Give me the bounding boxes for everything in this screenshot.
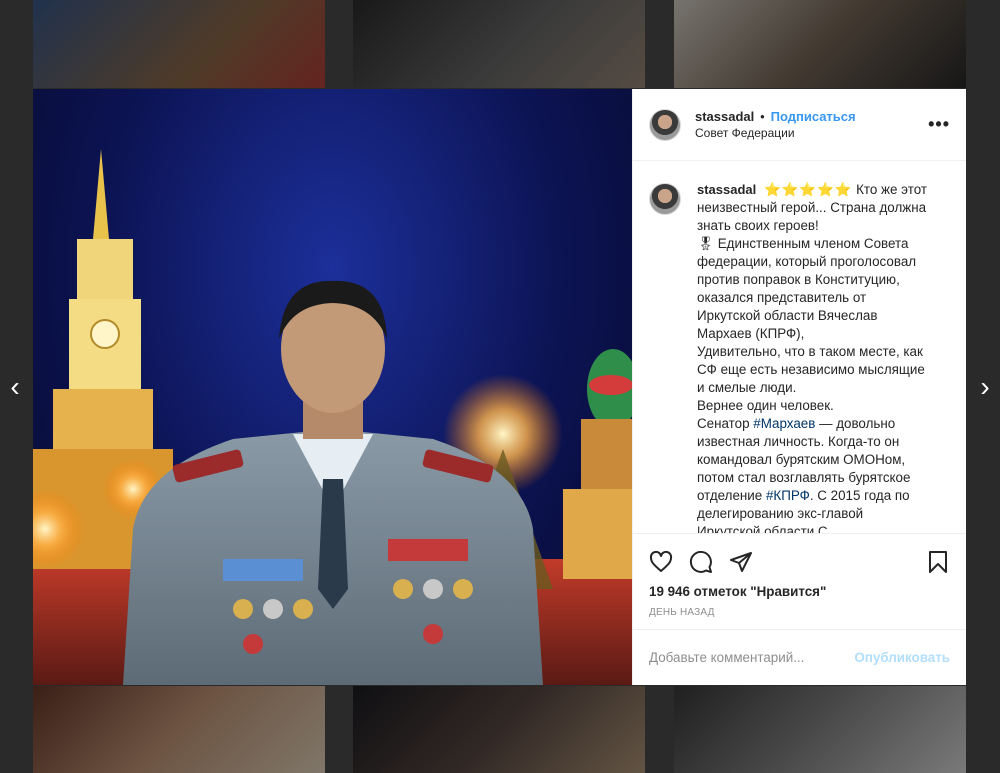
post-photo-illustration xyxy=(33,149,632,685)
caption-line: потом стал возглавлять бурятское xyxy=(697,470,911,485)
caption-line: Иркутской области Вячеслав xyxy=(697,308,878,323)
caption-line: Мархаев (КПРФ), xyxy=(697,326,805,341)
caption-line: федерации, который проголосовал xyxy=(697,254,917,269)
caption-line: знать своих героев! xyxy=(697,218,819,233)
caption-fragment: Сенатор xyxy=(697,416,750,431)
separator-dot: • xyxy=(760,109,765,124)
caption-line: командовал бурятским ОМОНом, xyxy=(697,452,906,467)
caption-line: Вернее один человек. xyxy=(697,398,834,413)
caption-line-hashtag: Сенатор #Мархаев — довольно xyxy=(697,415,949,433)
previous-post-arrow[interactable]: ‹ xyxy=(4,372,26,402)
caption-line: 🎖 Единственным членом Совета xyxy=(697,236,909,251)
caption-fragment: отделение xyxy=(697,488,763,503)
caption-line: известная личность. Когда-то он xyxy=(697,434,900,449)
likes-count[interactable]: 19 946 отметок "Нравится" xyxy=(649,584,950,599)
heart-icon[interactable] xyxy=(649,550,673,574)
hashtag-link[interactable]: #КПРФ xyxy=(766,488,810,503)
stars-emoji: ⭐⭐⭐⭐⭐ xyxy=(764,182,853,197)
caption-text: stassadal ⭐⭐⭐⭐⭐ Кто же этот неизвестный … xyxy=(697,181,949,533)
caption-line: СФ еще есть независимо мыслящие xyxy=(697,362,925,377)
post-modal: stassadal • Подписаться Совет Федерации … xyxy=(33,89,966,685)
caption-line: Иркутской области С... xyxy=(697,524,839,533)
next-post-arrow[interactable]: › xyxy=(974,372,996,402)
caption-line: оказался представитель от xyxy=(697,290,867,305)
author-username[interactable]: stassadal xyxy=(695,109,754,124)
bookmark-icon[interactable] xyxy=(926,550,950,574)
caption-line: неизвестный герой... Страна должна xyxy=(697,200,927,215)
action-icons xyxy=(649,542,950,582)
caption-line: против поправок в Конституцию, xyxy=(697,272,900,287)
author-avatar[interactable] xyxy=(649,108,681,141)
caption-fragment: — довольно xyxy=(819,416,896,431)
caption-fragment: . С 2015 года по xyxy=(809,488,910,503)
author-info: stassadal • Подписаться Совет Федерации xyxy=(695,108,928,141)
publish-button[interactable]: Опубликовать xyxy=(854,650,950,665)
post-actions: 19 946 отметок "Нравится" ДЕНЬ НАЗАД xyxy=(633,533,966,629)
caption-line: и смелые люди. xyxy=(697,380,797,395)
comment-form: Опубликовать xyxy=(633,629,966,685)
share-icon[interactable] xyxy=(729,550,753,574)
follow-button[interactable]: Подписаться xyxy=(771,109,856,124)
caption-line: Удивительно, что в таком месте, как xyxy=(697,344,923,359)
caption-line: делегированию экс-главой xyxy=(697,506,864,521)
caption-line-hashtag: отделение #КПРФ. С 2015 года по xyxy=(697,487,949,505)
caption-author-avatar[interactable] xyxy=(649,183,681,215)
post-location[interactable]: Совет Федерации xyxy=(695,125,928,141)
post-timestamp[interactable]: ДЕНЬ НАЗАД xyxy=(649,607,950,618)
hashtag-link[interactable]: #Мархаев xyxy=(753,416,815,431)
post-image[interactable] xyxy=(33,89,632,685)
caption-username[interactable]: stassadal xyxy=(697,182,756,197)
caption-section: stassadal ⭐⭐⭐⭐⭐ Кто же этот неизвестный … xyxy=(633,161,966,533)
comment-input[interactable] xyxy=(649,650,855,665)
post-header: stassadal • Подписаться Совет Федерации … xyxy=(633,89,966,161)
more-options-button[interactable]: ••• xyxy=(928,114,950,135)
comment-icon[interactable] xyxy=(689,550,713,574)
caption-line: Кто же этот xyxy=(856,182,927,197)
post-sidebar: stassadal • Подписаться Совет Федерации … xyxy=(632,89,966,685)
